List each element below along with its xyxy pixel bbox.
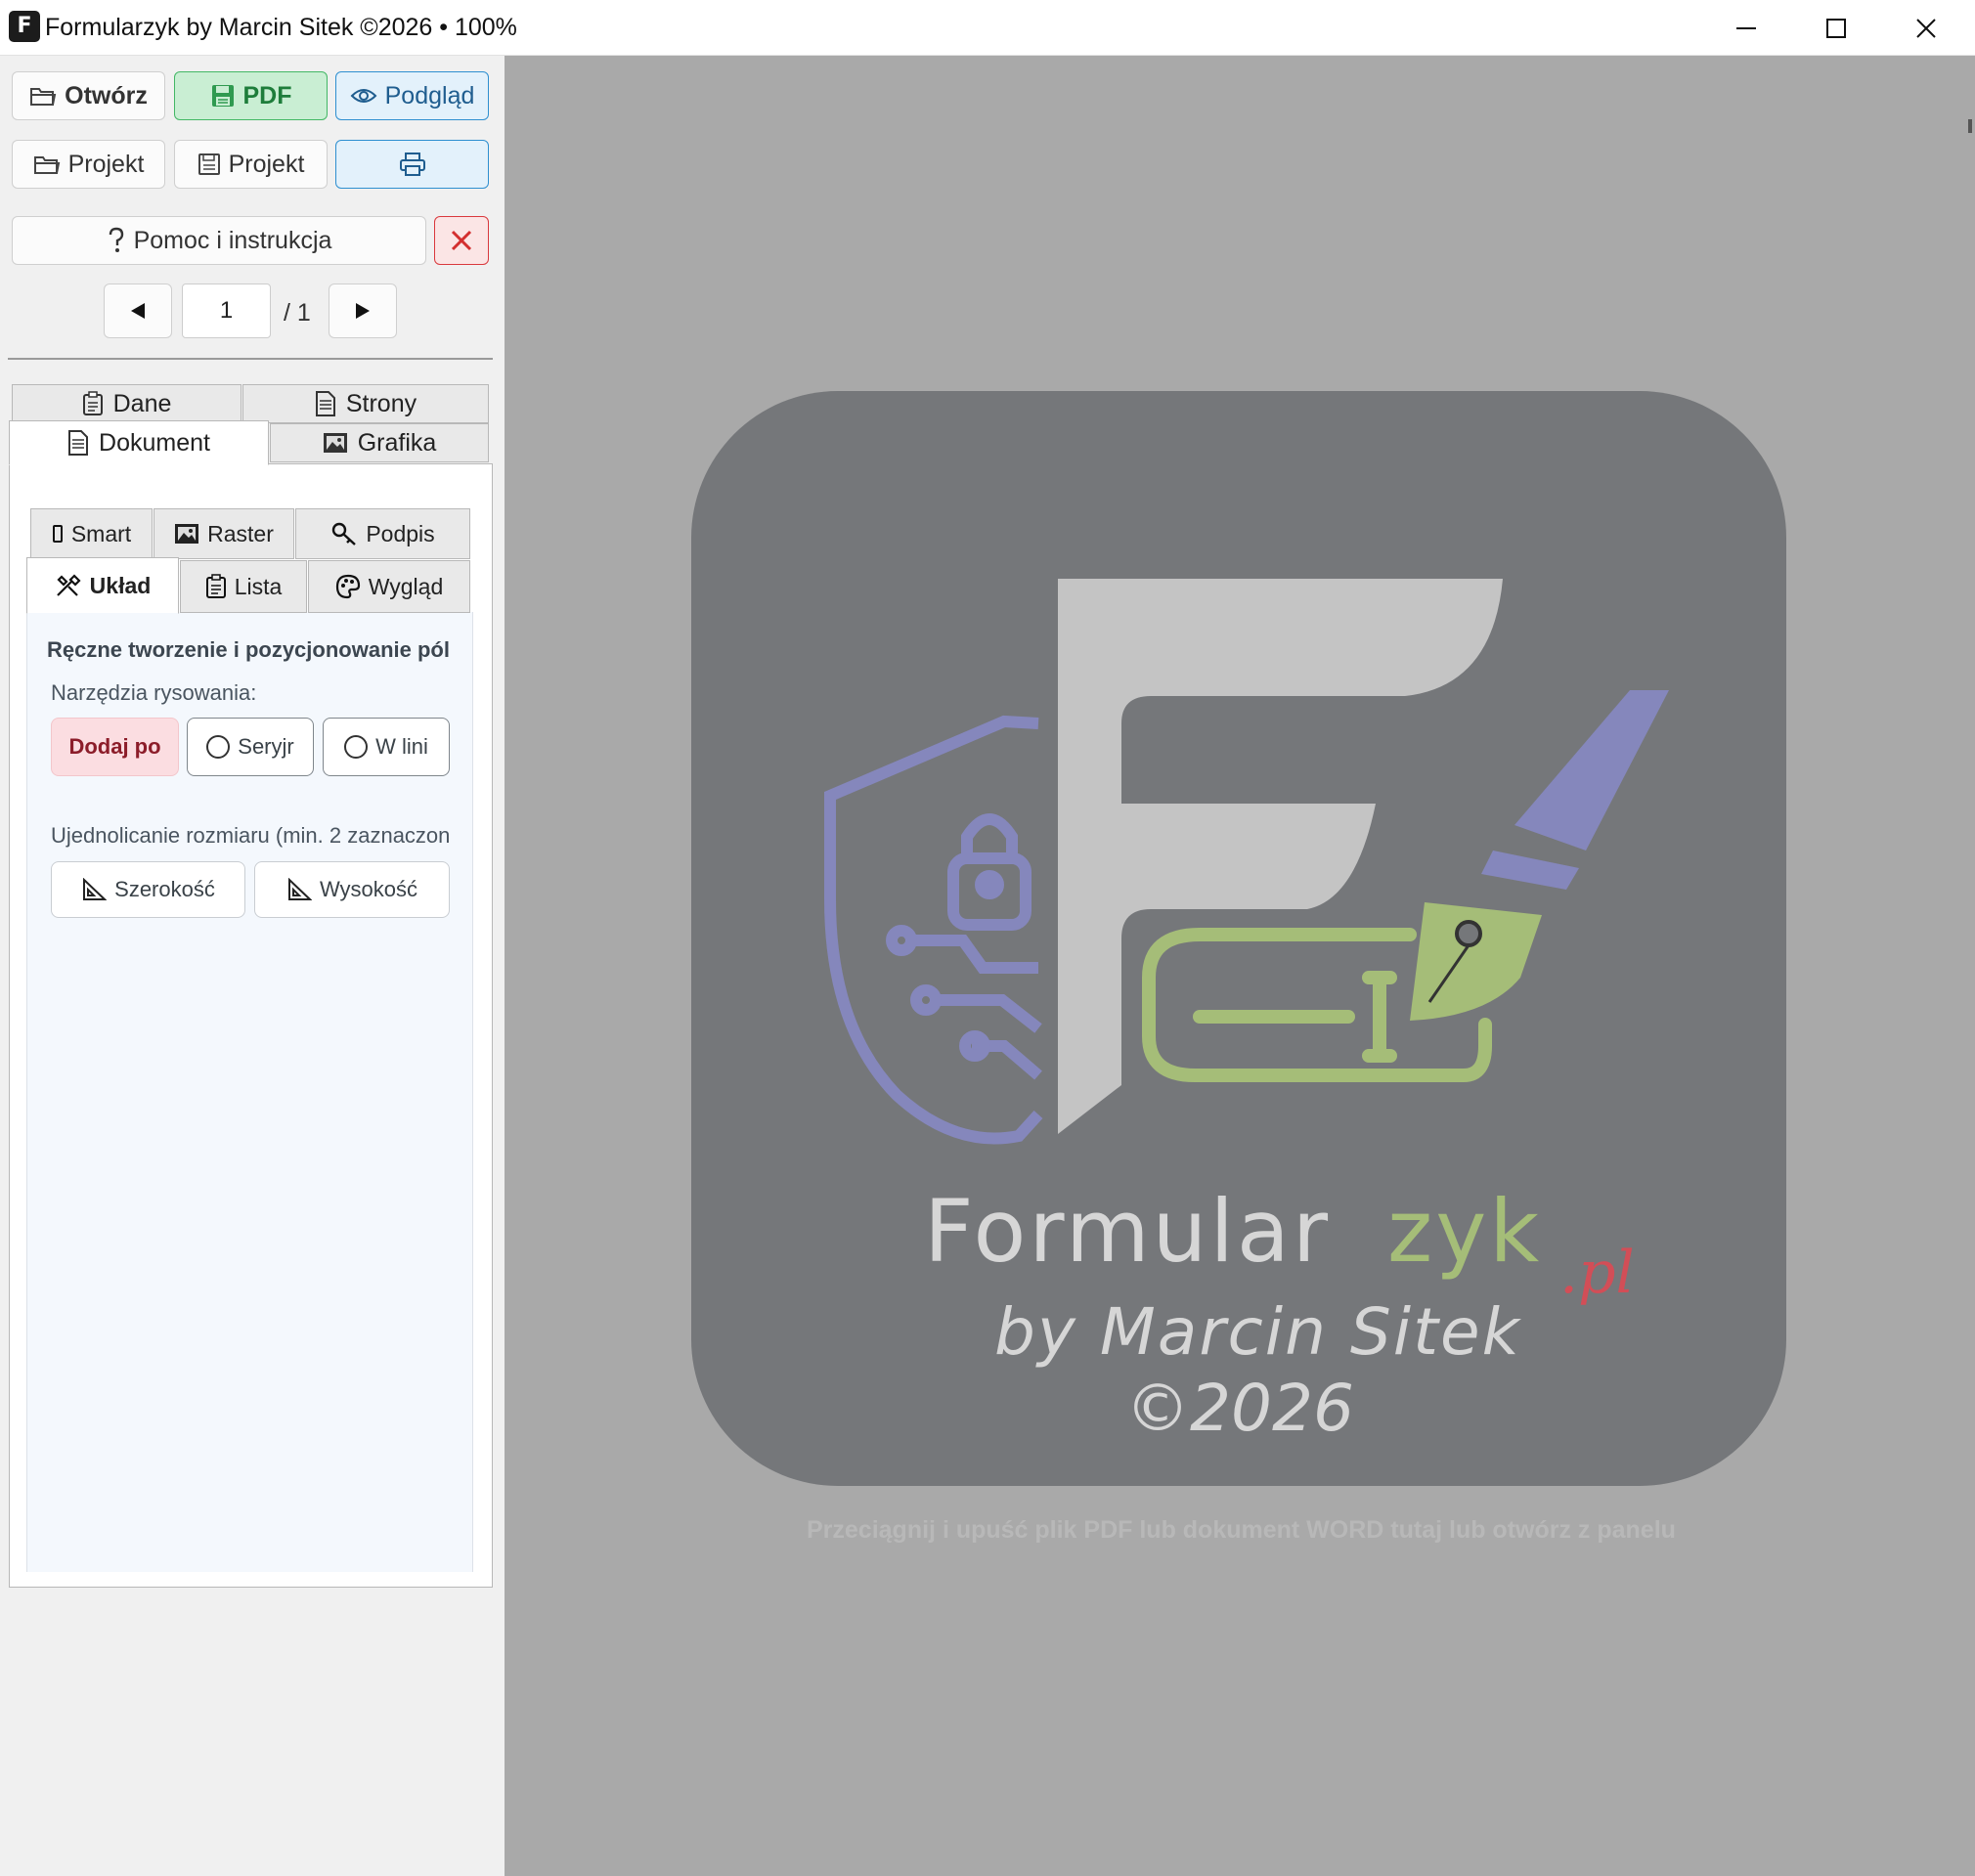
maximize-icon xyxy=(1826,18,1846,38)
radio-icon xyxy=(344,735,369,759)
key-icon xyxy=(332,522,357,545)
subtab-raster-label: Raster xyxy=(207,520,274,546)
ruler-triangle-icon xyxy=(83,878,108,900)
subtab-uklad-label: Układ xyxy=(89,572,152,598)
preview-label: Podgląd xyxy=(384,81,475,109)
eye-icon xyxy=(350,89,377,103)
open-project-button[interactable]: Projekt xyxy=(12,140,165,189)
save-icon xyxy=(198,153,220,175)
save-project-button[interactable]: Projekt xyxy=(174,140,328,189)
subtab-smart[interactable]: Smart xyxy=(30,508,153,559)
drop-hint: Przeciągnij i upuść plik PDF lub dokumen… xyxy=(807,1516,1676,1544)
minimize-icon xyxy=(1736,26,1756,29)
logo-word-a: Formular xyxy=(924,1181,1331,1282)
tab-dokument[interactable]: Dokument xyxy=(9,420,269,465)
folder-icon xyxy=(30,88,57,106)
subtab-podpis-label: Podpis xyxy=(366,520,435,546)
tab-grafika-label: Grafika xyxy=(357,428,437,457)
preview-button[interactable]: Podgląd xyxy=(335,71,489,120)
save-icon xyxy=(211,85,234,107)
logo-year: ©2026 xyxy=(1125,1371,1354,1446)
tab-strony[interactable]: Strony xyxy=(242,384,489,423)
prev-page-button[interactable] xyxy=(104,284,172,338)
document-icon xyxy=(315,391,335,416)
print-button[interactable] xyxy=(335,140,489,189)
formularzyk-logo: Formular zyk .pl by Marcin Sitek ©2026 xyxy=(691,391,1786,1486)
app-icon: F xyxy=(9,11,40,42)
phone-icon xyxy=(52,525,63,543)
page-number-input[interactable]: 1 xyxy=(182,284,271,338)
layout-section-title: Ręczne tworzenie i pozycjonowanie pól xyxy=(47,637,450,662)
clipboard-icon xyxy=(205,574,226,598)
picture-icon xyxy=(175,524,199,544)
clipboard-icon xyxy=(82,391,103,415)
subtab-smart-label: Smart xyxy=(70,520,132,546)
triangle-left-icon xyxy=(131,303,145,319)
pdf-button[interactable]: PDF xyxy=(174,71,328,120)
window-title: Formularzyk by Marcin Sitek ©2026 • 100% xyxy=(45,14,517,41)
tool-serial-label: Seryjr xyxy=(238,734,294,759)
subtab-lista[interactable]: Lista xyxy=(180,560,307,613)
open-label: Otwórz xyxy=(65,81,148,109)
tool-serial[interactable]: Seryjr xyxy=(187,718,314,776)
subtab-podpis[interactable]: Podpis xyxy=(295,508,470,559)
tools-icon xyxy=(56,574,81,596)
open-button[interactable]: Otwórz xyxy=(12,71,165,120)
close-document-button[interactable] xyxy=(434,216,489,265)
tab-dane[interactable]: Dane xyxy=(12,384,241,423)
drawing-tools-label: Narzędzia rysowania: xyxy=(51,680,257,705)
folder-icon xyxy=(33,156,60,174)
page-total: / 1 xyxy=(284,299,311,327)
logo-suffix: .pl xyxy=(1559,1239,1635,1307)
document-icon xyxy=(68,430,89,456)
uniform-size-label: Ujednolicanie rozmiaru (min. 2 zaznaczon xyxy=(51,823,451,848)
ruler-triangle-icon xyxy=(287,878,312,900)
logo-word-b: zyk xyxy=(1387,1181,1542,1282)
tab-dane-label: Dane xyxy=(112,389,172,417)
triangle-right-icon xyxy=(356,303,370,319)
subtab-wyglad[interactable]: Wygląd xyxy=(308,560,470,613)
open-project-label: Projekt xyxy=(67,150,145,178)
save-project-label: Projekt xyxy=(228,150,305,178)
tool-add-field[interactable]: Dodaj po xyxy=(51,718,179,776)
tool-in-line-label: W lini xyxy=(375,734,428,759)
minimize-button[interactable] xyxy=(1701,0,1791,56)
close-icon xyxy=(1916,18,1936,38)
close-icon xyxy=(451,230,472,251)
uniform-width-button[interactable]: Szerokość xyxy=(51,861,245,918)
subtab-raster[interactable]: Raster xyxy=(154,508,294,559)
help-button[interactable]: Pomoc i instrukcja xyxy=(12,216,426,265)
scrollbar-handle[interactable] xyxy=(1968,119,1972,133)
separator xyxy=(8,358,493,360)
help-label: Pomoc i instrukcja xyxy=(133,226,332,254)
tool-in-line[interactable]: W lini xyxy=(323,718,450,776)
help-icon xyxy=(109,227,123,252)
maximize-button[interactable] xyxy=(1791,0,1881,56)
close-window-button[interactable] xyxy=(1881,0,1971,56)
logo-byline: by Marcin Sitek xyxy=(994,1294,1522,1370)
title-bar: F Formularzyk by Marcin Sitek ©2026 • 10… xyxy=(0,0,1975,56)
tab-strony-label: Strony xyxy=(345,389,417,417)
uniform-height-label: Wysokość xyxy=(319,877,418,901)
subtab-lista-label: Lista xyxy=(234,573,283,599)
pdf-label: PDF xyxy=(242,81,292,109)
radio-icon xyxy=(206,735,231,759)
printer-icon xyxy=(399,153,425,176)
tab-grafika[interactable]: Grafika xyxy=(270,423,489,462)
tool-add-field-label: Dodaj po xyxy=(68,734,161,759)
uniform-width-label: Szerokość xyxy=(114,877,215,901)
uniform-height-button[interactable]: Wysokość xyxy=(254,861,450,918)
picture-icon xyxy=(323,433,347,453)
palette-icon xyxy=(335,574,360,599)
subtab-wyglad-label: Wygląd xyxy=(368,573,444,599)
tab-dokument-label: Dokument xyxy=(99,428,210,457)
next-page-button[interactable] xyxy=(329,284,397,338)
subtab-uklad[interactable]: Układ xyxy=(26,557,179,614)
